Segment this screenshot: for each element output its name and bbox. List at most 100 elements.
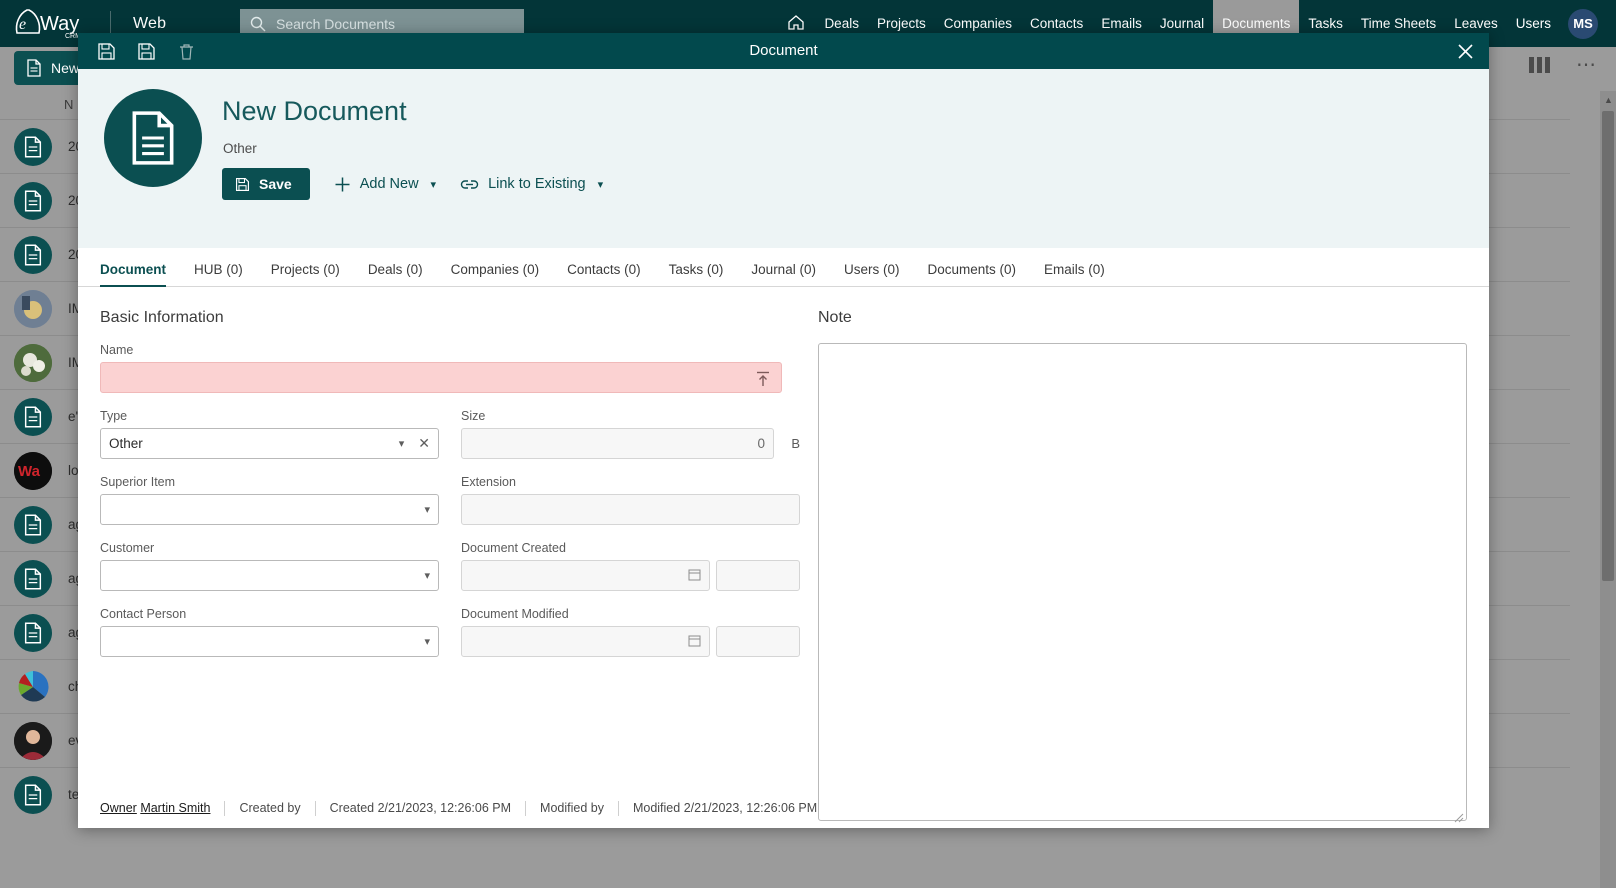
document-modified-date-input bbox=[461, 626, 710, 657]
clear-icon[interactable]: ✕ bbox=[418, 435, 430, 452]
row-avatar bbox=[14, 235, 52, 274]
document-created-date-input bbox=[461, 560, 710, 591]
scroll-up-icon[interactable]: ▲ bbox=[1604, 95, 1613, 105]
row-avatar bbox=[14, 397, 52, 436]
footer-owner-label[interactable]: Owner bbox=[100, 801, 137, 815]
superior-item-select[interactable]: ▾ bbox=[100, 494, 439, 525]
search-input[interactable] bbox=[276, 16, 514, 32]
upload-icon[interactable] bbox=[755, 370, 771, 390]
field-label-document-modified: Document Modified bbox=[461, 607, 569, 621]
size-input: 0 bbox=[461, 428, 774, 459]
modal-tab-bar: Document HUB (0) Projects (0) Deals (0) … bbox=[78, 248, 1489, 287]
footer-owner: Owner Martin Smith bbox=[100, 801, 224, 815]
chevron-down-icon[interactable]: ▾ bbox=[424, 569, 430, 582]
save-button[interactable]: Save bbox=[222, 168, 310, 200]
chevron-down-icon[interactable]: ▾ bbox=[424, 503, 430, 516]
hero-action-bar: Save Add New ▾ Link to Existing ▾ bbox=[222, 168, 603, 200]
row-type-size: Type Other ▾ ✕ Size 0 B bbox=[100, 409, 800, 475]
field-type: Type Other ▾ ✕ bbox=[100, 409, 439, 459]
add-new-label: Add New bbox=[359, 176, 419, 192]
customer-select[interactable]: ▾ bbox=[100, 560, 439, 591]
footer-modified-by-label: Modified by bbox=[540, 801, 604, 815]
note-panel: Note bbox=[800, 309, 1467, 823]
tab-projects[interactable]: Projects (0) bbox=[257, 262, 354, 286]
name-input[interactable] bbox=[100, 362, 782, 393]
columns-icon[interactable] bbox=[1529, 57, 1550, 73]
row-label: lo bbox=[68, 463, 79, 478]
chevron-down-icon: ▾ bbox=[597, 178, 604, 191]
tab-hub[interactable]: HUB (0) bbox=[180, 262, 257, 286]
svg-text:e: e bbox=[19, 16, 26, 33]
type-select[interactable]: Other ▾ ✕ bbox=[100, 428, 439, 459]
tab-documents[interactable]: Documents (0) bbox=[913, 262, 1030, 286]
new-button-label: New bbox=[51, 60, 80, 76]
tab-contacts[interactable]: Contacts (0) bbox=[553, 262, 655, 286]
modal-body: Basic Information Name Type Other ▾ ✕ Si… bbox=[78, 287, 1489, 823]
document-modal: Document New Document Other Save Add New… bbox=[78, 33, 1489, 828]
nav-item-users[interactable]: Users bbox=[1507, 0, 1560, 47]
tab-users[interactable]: Users (0) bbox=[830, 262, 914, 286]
save-button-label: Save bbox=[259, 176, 292, 192]
contact-person-select[interactable]: ▾ bbox=[100, 626, 439, 657]
row-avatar bbox=[14, 721, 52, 760]
chevron-down-icon[interactable]: ▾ bbox=[399, 437, 405, 450]
document-icon bbox=[27, 59, 41, 77]
field-label-size: Size bbox=[461, 409, 486, 423]
footer-created: Created 2/21/2023, 12:26:06 PM bbox=[316, 801, 525, 815]
tab-document[interactable]: Document bbox=[100, 262, 180, 287]
field-label-extension: Extension bbox=[461, 475, 516, 489]
search-icon bbox=[250, 16, 266, 32]
calendar-icon[interactable] bbox=[688, 568, 701, 584]
calendar-icon[interactable] bbox=[688, 634, 701, 650]
document-icon bbox=[104, 89, 202, 187]
chevron-down-icon[interactable]: ▾ bbox=[424, 635, 430, 648]
row-superior-extension: Superior Item ▾ Extension bbox=[100, 475, 800, 541]
footer-owner-name[interactable]: Martin Smith bbox=[140, 801, 210, 815]
link-icon bbox=[460, 179, 479, 189]
more-options-icon[interactable]: ⋯ bbox=[1576, 55, 1598, 75]
type-value: Other bbox=[109, 436, 143, 451]
tab-deals[interactable]: Deals (0) bbox=[354, 262, 437, 286]
footer-modified: Modified 2/21/2023, 12:26:06 PM bbox=[619, 801, 831, 815]
column-header-name: N bbox=[64, 97, 74, 112]
row-avatar bbox=[14, 289, 52, 328]
row-avatar bbox=[14, 775, 52, 814]
section-title-basic-information: Basic Information bbox=[100, 309, 224, 326]
row-avatar bbox=[14, 343, 52, 382]
svg-text:Way: Way bbox=[40, 13, 79, 35]
row-avatar bbox=[14, 181, 52, 220]
extension-input bbox=[461, 494, 800, 525]
tab-emails[interactable]: Emails (0) bbox=[1030, 262, 1119, 286]
document-created-time-input bbox=[716, 560, 800, 591]
row-avatar bbox=[14, 505, 52, 544]
close-icon[interactable] bbox=[1451, 37, 1479, 65]
field-name: Name bbox=[100, 343, 800, 393]
app-root: e Way CRM Web Deals Projects bbox=[0, 0, 1616, 888]
plus-icon bbox=[335, 177, 350, 191]
list-scrollbar[interactable]: ▲ bbox=[1600, 91, 1616, 888]
footer-modified-by: Modified by bbox=[526, 801, 618, 815]
add-new-button[interactable]: Add New ▾ bbox=[334, 176, 436, 193]
link-to-existing-button[interactable]: Link to Existing ▾ bbox=[460, 176, 603, 192]
footer-created-by-label: Created by bbox=[239, 801, 301, 815]
row-customer-created: Customer ▾ Document Created bbox=[100, 541, 800, 607]
scrollbar-thumb[interactable] bbox=[1602, 111, 1614, 581]
field-label-customer: Customer bbox=[100, 541, 155, 555]
document-modified-time-input bbox=[716, 626, 800, 657]
note-textarea[interactable] bbox=[818, 343, 1467, 821]
footer-modified-value: 2/21/2023, 12:26:06 PM bbox=[683, 801, 818, 815]
size-value: 0 bbox=[757, 436, 765, 451]
tab-journal[interactable]: Journal (0) bbox=[737, 262, 830, 286]
tab-companies[interactable]: Companies (0) bbox=[437, 262, 554, 286]
field-customer: Customer ▾ bbox=[100, 541, 439, 591]
user-avatar[interactable]: MS bbox=[1568, 8, 1598, 39]
field-superior-item: Superior Item ▾ bbox=[100, 475, 439, 525]
row-contact-modified: Contact Person ▾ Document Modified bbox=[100, 607, 800, 673]
size-unit: B bbox=[791, 435, 800, 451]
pie-chart-icon bbox=[18, 670, 49, 702]
tab-tasks[interactable]: Tasks (0) bbox=[655, 262, 738, 286]
field-label-name: Name bbox=[100, 343, 134, 357]
row-avatar bbox=[14, 668, 52, 706]
row-avatar bbox=[14, 613, 52, 652]
field-contact-person: Contact Person ▾ bbox=[100, 607, 439, 657]
